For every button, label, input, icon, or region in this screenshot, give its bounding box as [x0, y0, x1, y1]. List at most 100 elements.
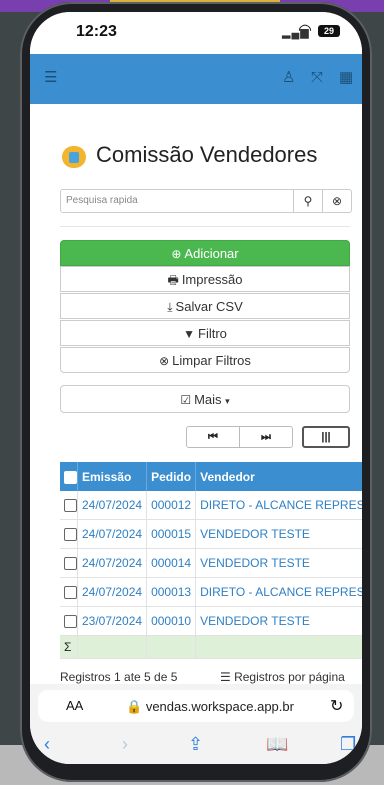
more-label: Mais [194, 392, 222, 407]
wifi-icon: ◠ [298, 22, 312, 39]
browser-toolbar: ‹ › ⇪ 📖 ❐ [30, 728, 362, 764]
cell-pedido[interactable]: 000014 [146, 548, 197, 578]
cell-emissao[interactable]: 24/07/2024 [77, 491, 148, 520]
first-page-button[interactable]: ⏮ [186, 426, 240, 448]
address-pill[interactable]: AA 🔒 vendas.workspace.app.br ↻ [38, 690, 354, 722]
cell-vendedor[interactable]: VENDEDOR TESTE [195, 606, 362, 636]
app-header: ☰ ♙ ⤧ ▦ [30, 54, 362, 104]
cell-pedido[interactable]: 000015 [146, 519, 197, 549]
first-page-icon: ⏮ [208, 431, 218, 443]
url-display[interactable]: 🔒 vendas.workspace.app.br [126, 699, 294, 715]
battery-icon: 29 [318, 25, 340, 37]
cell-pedido[interactable]: 000010 [146, 606, 197, 636]
phone-screen: 12:23 ▂▄▆ ◠ 29 ☰ ♙ ⤧ ▦ Comissão Vendedor… [30, 12, 362, 764]
row-checkbox[interactable] [64, 499, 77, 513]
download-icon: ⤓ [167, 300, 173, 314]
sum-row: Σ [60, 635, 362, 659]
forward-icon[interactable]: › [122, 734, 128, 755]
cell-pedido[interactable]: 000012 [146, 491, 197, 520]
add-button[interactable]: ⊕ Adicionar [60, 240, 350, 266]
list-icon: ☰ [220, 670, 235, 684]
reader-text-size-button[interactable]: AA [66, 698, 83, 713]
columns-icon: ||| [321, 431, 331, 443]
select-all-checkbox[interactable] [64, 470, 77, 484]
compress-icon[interactable]: ⤧ [311, 69, 323, 87]
status-bar: 12:23 ▂▄▆ ◠ 29 [30, 12, 362, 54]
column-header-emissao[interactable]: Emissão [77, 462, 148, 491]
table-row[interactable]: 24/07/2024 000015 VENDEDOR TESTE [60, 519, 362, 549]
printer-icon: 🖶 [167, 273, 179, 287]
lock-icon: 🔒 [126, 699, 146, 714]
bookmarks-icon[interactable]: 📖 [266, 734, 288, 755]
url-text: vendas.workspace.app.br [145, 699, 294, 714]
print-button[interactable]: 🖶 Impressão [60, 266, 350, 292]
records-per-page-button[interactable]: ☰ Registros por página [220, 670, 345, 684]
search-input[interactable] [61, 190, 296, 210]
page-title: Comissão Vendedores [96, 142, 318, 167]
data-table: Emissão Pedido Vendedor 24/07/2024 00001… [60, 462, 362, 662]
quick-search: ⚲ ⊗ [60, 189, 352, 213]
user-icon[interactable]: ♙ [282, 69, 295, 87]
clear-search-icon[interactable]: ⊗ [322, 190, 351, 212]
table-header-row: Emissão Pedido Vendedor [60, 462, 362, 491]
column-header-pedido[interactable]: Pedido [146, 462, 197, 491]
clear-circle-icon: ⊗ [159, 354, 170, 368]
clear-filters-button[interactable]: ⊗ Limpar Filtros [60, 347, 350, 373]
sum-cell [195, 635, 362, 659]
table-row[interactable]: 24/07/2024 000012 DIRETO - ALCANCE REPRE… [60, 491, 362, 520]
row-select-cell [60, 548, 78, 578]
sum-cell [146, 635, 197, 659]
cell-vendedor[interactable]: VENDEDOR TESTE [195, 519, 362, 549]
hamburger-icon[interactable]: ☰ [44, 69, 57, 87]
last-page-button[interactable]: ⏭ [239, 426, 293, 448]
plus-circle-icon: ⊕ [171, 247, 182, 261]
sum-cell [77, 635, 148, 659]
row-checkbox[interactable] [64, 586, 77, 600]
save-csv-button[interactable]: ⤓ Salvar CSV [60, 293, 350, 319]
row-select-cell [60, 519, 78, 549]
back-icon[interactable]: ‹ [44, 734, 50, 755]
share-icon[interactable]: ⇪ [188, 734, 203, 755]
cell-pedido[interactable]: 000013 [146, 577, 197, 607]
cell-vendedor[interactable]: DIRETO - ALCANCE REPRESENTAÇÕES [195, 577, 362, 607]
cell-emissao[interactable]: 24/07/2024 [77, 519, 148, 549]
row-select-cell [60, 491, 78, 520]
checkbox-edit-icon: ☑ [180, 393, 192, 407]
row-select-cell [60, 606, 78, 636]
row-select-cell [60, 577, 78, 607]
sum-symbol: Σ [60, 635, 78, 659]
records-info: Registros 1 ate 5 de 5 [60, 670, 178, 684]
grid-icon[interactable]: ▦ [339, 69, 353, 87]
row-checkbox[interactable] [64, 615, 77, 629]
table-row[interactable]: 23/07/2024 000010 VENDEDOR TESTE [60, 606, 362, 636]
columns-button[interactable]: ||| [302, 426, 350, 448]
more-dropdown[interactable]: ☑ Mais ▾ [60, 385, 350, 413]
add-label: Adicionar [184, 246, 239, 261]
main-content: Comissão Vendedores ⚲ ⊗ ⊕Adicionar 🖶Impr… [30, 104, 362, 694]
row-checkbox[interactable] [64, 528, 77, 542]
table-row[interactable]: 24/07/2024 000014 VENDEDOR TESTE [60, 548, 362, 578]
column-header-vendedor[interactable]: Vendedor [195, 462, 362, 491]
clear-filters-label: Limpar Filtros [172, 353, 251, 368]
select-all-cell [60, 462, 78, 491]
sales-commission-icon [62, 146, 86, 168]
filter-button[interactable]: ▼ Filtro [60, 320, 350, 346]
records-per-page-label: Registros por página [234, 670, 345, 684]
status-time: 12:23 [76, 23, 117, 40]
table-row[interactable]: 24/07/2024 000013 DIRETO - ALCANCE REPRE… [60, 577, 362, 607]
tabs-icon[interactable]: ❐ [340, 734, 356, 755]
caret-down-icon: ▾ [225, 396, 230, 406]
row-checkbox[interactable] [64, 557, 77, 571]
search-icon[interactable]: ⚲ [293, 190, 322, 212]
browser-address-bar: AA 🔒 vendas.workspace.app.br ↻ [30, 684, 362, 728]
cell-vendedor[interactable]: DIRETO - ALCANCE REPRESENTAÇÕES [195, 491, 362, 520]
cell-emissao[interactable]: 23/07/2024 [77, 606, 148, 636]
filter-icon: ▼ [183, 327, 195, 341]
filter-label: Filtro [198, 326, 227, 341]
cell-vendedor[interactable]: VENDEDOR TESTE [195, 548, 362, 578]
cell-emissao[interactable]: 24/07/2024 [77, 548, 148, 578]
print-label: Impressão [181, 272, 243, 287]
csv-label: Salvar CSV [175, 299, 243, 314]
cell-emissao[interactable]: 24/07/2024 [77, 577, 148, 607]
reload-icon[interactable]: ↻ [330, 696, 343, 716]
